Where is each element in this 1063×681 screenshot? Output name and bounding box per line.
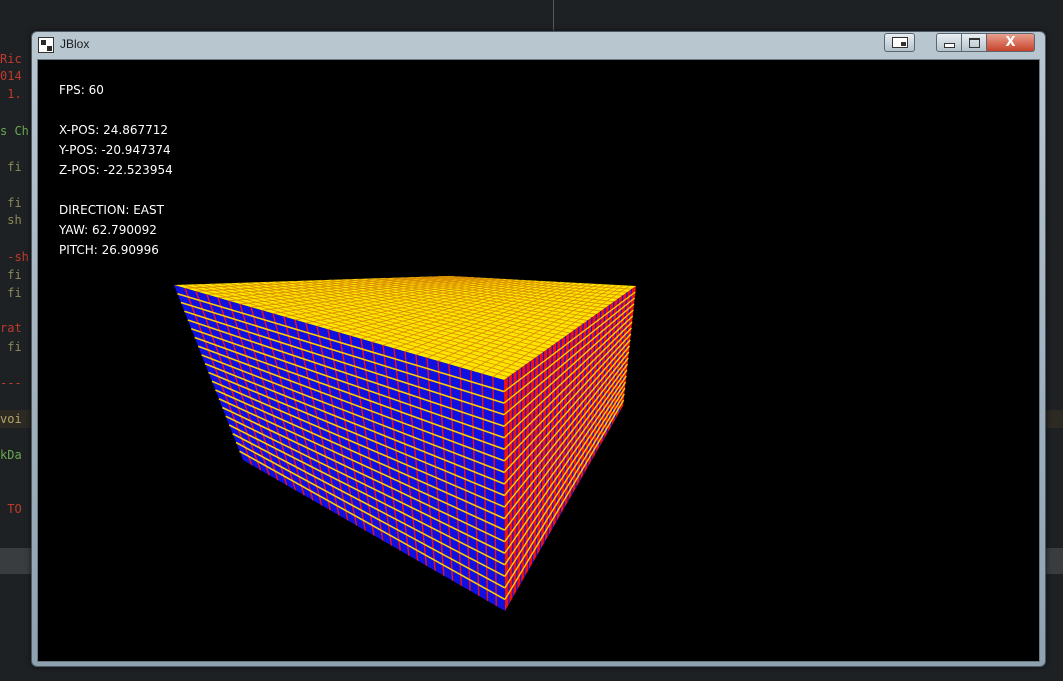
game-viewport[interactable]: FPS: 60 X-POS: 24.867712 Y-POS: -20.9473… <box>37 59 1040 662</box>
code-line: fi <box>0 196 22 210</box>
jblox-app-icon[interactable] <box>38 37 54 53</box>
debug-hud: FPS: 60 X-POS: 24.867712 Y-POS: -20.9473… <box>59 80 173 260</box>
editor-divider <box>553 0 554 32</box>
z-pos-readout: Z-POS: -22.523954 <box>59 163 173 177</box>
code-line: sh <box>0 213 22 227</box>
code-line: fi <box>0 160 22 174</box>
voxel-scene <box>174 275 636 611</box>
code-line: fi <box>0 286 22 300</box>
x-pos-readout: X-POS: 24.867712 <box>59 123 169 137</box>
code-line: fi <box>0 340 22 354</box>
window-snap-button[interactable] <box>884 33 915 52</box>
code-line: s Ch <box>0 124 29 138</box>
code-line: -sh <box>0 250 29 264</box>
close-icon: X <box>1005 35 1016 50</box>
code-line: --- <box>0 376 22 390</box>
maximize-button[interactable] <box>962 33 987 52</box>
code-line: fi <box>0 268 22 282</box>
jblox-window[interactable]: JBlox X FPS: 60 X-POS: 24.867712 Y-POS: … <box>31 31 1046 667</box>
y-pos-readout: Y-POS: -20.947374 <box>59 143 171 157</box>
code-line: rat <box>0 321 22 335</box>
yaw-readout: YAW: 62.790092 <box>59 223 157 237</box>
code-line: kDa <box>0 448 22 462</box>
close-button[interactable]: X <box>987 33 1035 52</box>
window-title: JBlox <box>60 37 90 51</box>
pitch-readout: PITCH: 26.90996 <box>59 243 159 257</box>
window-titlebar[interactable]: JBlox X <box>32 32 1045 58</box>
minimize-button[interactable] <box>936 33 962 52</box>
code-line: 014 <box>0 69 22 83</box>
fps-readout: FPS: 60 <box>59 83 104 97</box>
code-line: voi <box>0 412 22 426</box>
code-line: TO <box>0 502 22 516</box>
code-line: Ric <box>0 52 22 66</box>
code-line: 1. <box>0 87 22 101</box>
minimize-icon <box>943 43 955 48</box>
maximize-icon <box>968 37 980 48</box>
direction-readout: DIRECTION: EAST <box>59 203 164 217</box>
window-snap-icon <box>891 37 908 48</box>
